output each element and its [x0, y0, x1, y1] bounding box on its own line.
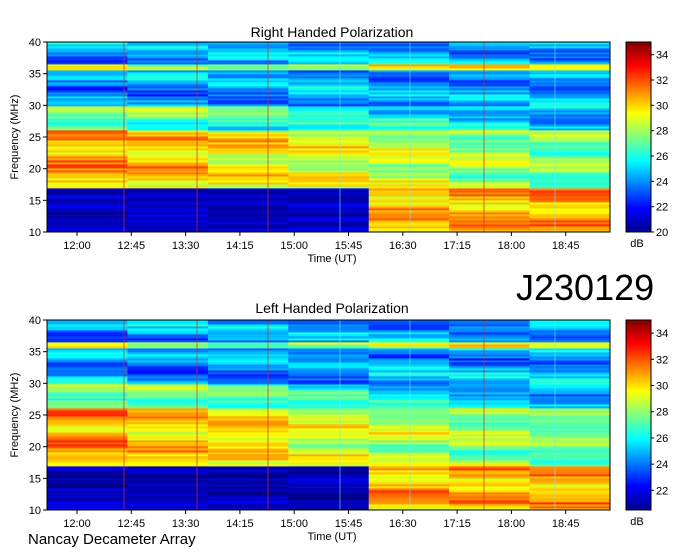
- colorbar-tick-label: 24: [656, 459, 668, 471]
- x-tick-label: 18:00: [498, 518, 526, 530]
- colorbar-tick-label: 22: [656, 485, 668, 497]
- x-tick-label: 17:15: [443, 240, 471, 252]
- colorbar-label: dB: [630, 238, 643, 250]
- x-tick-label: 17:15: [443, 518, 471, 530]
- colorbar-tick-label: 32: [656, 354, 668, 366]
- y-tick-label: 25: [29, 410, 41, 422]
- colorbar-tick-label: 22: [656, 202, 668, 214]
- colorbar-gradient: [625, 41, 652, 233]
- y-tick-label: 10: [29, 505, 41, 517]
- colorbar-tick-label: 28: [656, 407, 668, 419]
- y-tick-label: 30: [29, 100, 41, 112]
- colorbar-tick-label: 30: [656, 381, 668, 393]
- colorbar-tick-label: 32: [656, 75, 668, 87]
- right-polarization-panel: Right Handed Polarization 10 15 20 25 30 35 40…: [9, 24, 668, 265]
- x-tick-label: 12:45: [118, 240, 146, 252]
- colorbar-tick-label: 26: [656, 151, 668, 163]
- panel-title: Right Handed Polarization: [251, 24, 414, 40]
- y-tick-label: 20: [29, 164, 41, 176]
- y-tick-label: 40: [29, 37, 41, 49]
- y-tick-label: 30: [29, 378, 41, 390]
- y-axis-label: Frequency (MHz): [9, 95, 21, 180]
- spectrogram-plot: [46, 41, 611, 233]
- y-tick-label: 35: [29, 347, 41, 359]
- x-tick-label: 14:15: [226, 240, 254, 252]
- x-axis-label: Time (UT): [307, 531, 356, 543]
- colorbar-tick-label: 30: [656, 100, 668, 112]
- x-tick-label: 15:45: [335, 240, 363, 252]
- y-tick-label: 25: [29, 132, 41, 144]
- y-axis-label: Frequency (MHz): [9, 373, 21, 458]
- colorbar-gradient: [625, 319, 652, 511]
- x-tick-label: 18:45: [552, 518, 580, 530]
- x-tick-label: 12:00: [63, 240, 91, 252]
- left-polarization-panel: Left Handed Polarization 10152025303540 …: [9, 300, 668, 543]
- y-tick-label: 35: [29, 69, 41, 81]
- spectrogram-figure: Right Handed Polarization 10 15 20 25 30 35 40…: [9, 24, 668, 548]
- x-tick-label: 18:00: [498, 240, 526, 252]
- x-tick-label: 15:45: [335, 518, 363, 530]
- colorbar: 22 24 26 28 30 32 34: [625, 319, 668, 511]
- colorbar-tick-label: 26: [656, 433, 668, 445]
- y-axis: 10 15 20 25 30 35 40: [29, 37, 47, 239]
- x-tick-label: 12:45: [118, 518, 146, 530]
- y-tick-label: 15: [29, 473, 41, 485]
- y-tick-label: 20: [29, 442, 41, 454]
- x-tick-label: 15:00: [280, 518, 308, 530]
- y-tick-label: 40: [29, 315, 41, 327]
- colorbar-tick-label: 34: [656, 50, 668, 62]
- x-tick-label: 15:00: [280, 240, 308, 252]
- colorbar-tick-label: 28: [656, 126, 668, 138]
- colorbar-tick-label: 20: [656, 227, 668, 239]
- panel-title: Left Handed Polarization: [255, 300, 408, 316]
- y-tick-label: 15: [29, 195, 41, 207]
- footer-text: Nancay Decameter Array: [28, 531, 196, 548]
- chart-id: J230129: [516, 267, 654, 308]
- spectrogram-plot: [46, 319, 611, 511]
- x-axis-label: Time (UT): [307, 253, 356, 265]
- x-tick-label: 12:00: [63, 518, 91, 530]
- x-axis: 12:00 12:45 13:30 14:15 15:00 15:45 16:30 17:15…: [63, 510, 579, 530]
- x-tick-label: 16:30: [389, 240, 417, 252]
- colorbar: 20 22 24 26 28 30 32 34: [625, 41, 668, 239]
- y-axis: 10 15 20 25 30 35 40: [29, 315, 47, 517]
- x-tick-label: 13:30: [172, 518, 200, 530]
- x-tick-label: 16:30: [389, 518, 417, 530]
- y-tick-label: 10: [29, 227, 41, 239]
- x-tick-label: 14:15: [226, 518, 254, 530]
- x-axis: 12:00 12:45 13:30 14:15 15:00 15:45 16:30 17:15…: [63, 232, 579, 252]
- x-tick-label: 13:30: [172, 240, 200, 252]
- colorbar-tick-label: 24: [656, 176, 668, 188]
- colorbar-tick-label: 34: [656, 328, 668, 340]
- x-tick-label: 18:45: [552, 240, 580, 252]
- colorbar-label: dB: [630, 516, 643, 528]
